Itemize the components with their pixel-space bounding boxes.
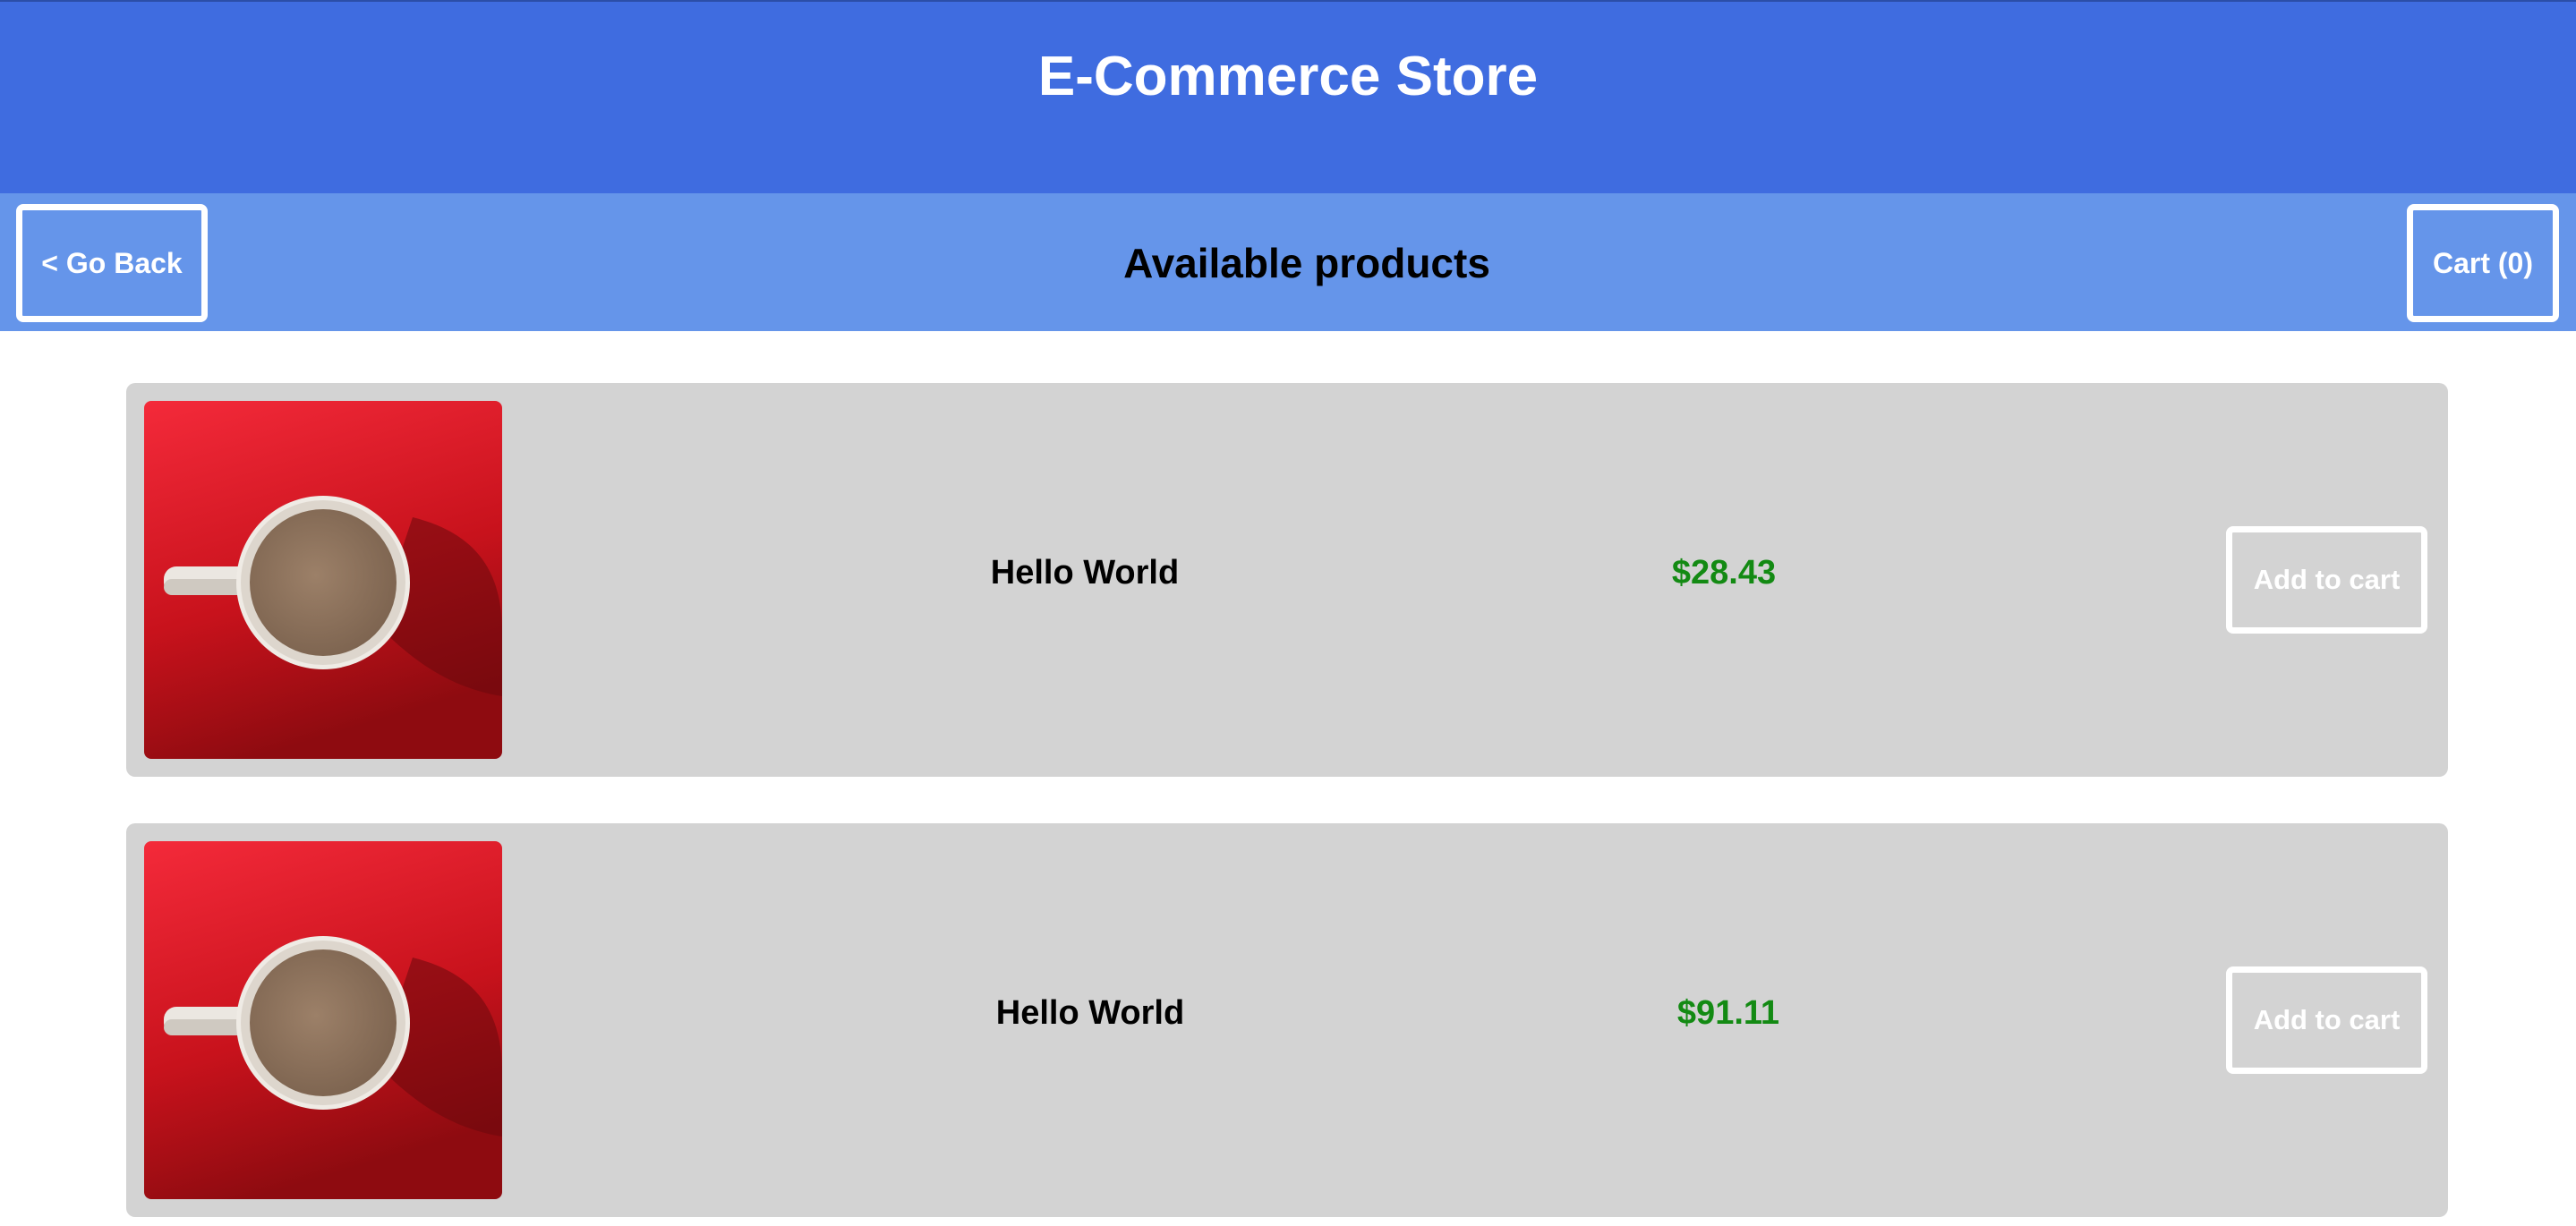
cart-button[interactable]: Cart (0) (2407, 204, 2559, 322)
product-card: Hello World $28.43 Add to cart (126, 383, 2448, 777)
site-header: E-Commerce Store (0, 0, 2576, 193)
product-image (144, 401, 502, 759)
product-price: $28.43 (1671, 554, 1777, 592)
store-title: E-Commerce Store (1037, 46, 1539, 107)
add-to-cart-button[interactable]: Add to cart (2226, 526, 2427, 634)
page-title: Available products (1123, 240, 1490, 286)
product-name: Hello World (990, 554, 1180, 592)
product-image (144, 841, 502, 1199)
product-price: $91.11 (1676, 994, 1780, 1032)
product-card: Hello World $91.11 Add to cart (126, 823, 2448, 1217)
add-to-cart-button[interactable]: Add to cart (2226, 966, 2427, 1074)
product-name: Hello World (995, 994, 1185, 1032)
products-nav-bar: < Go Back Available products Cart (0) (0, 193, 2576, 331)
